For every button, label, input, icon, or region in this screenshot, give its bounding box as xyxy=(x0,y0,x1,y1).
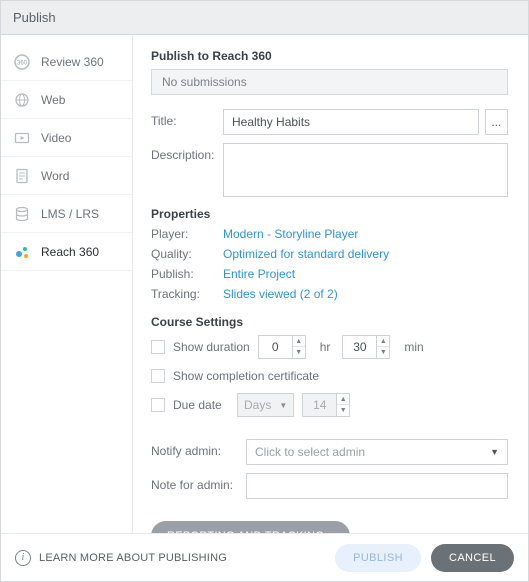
title-browse-button[interactable]: ... xyxy=(485,109,508,135)
course-settings-heading: Course Settings xyxy=(151,315,508,329)
tracking-link[interactable]: Slides viewed (2 of 2) xyxy=(223,287,338,301)
titlebar: Publish xyxy=(1,1,528,35)
notify-admin-label: Notify admin: xyxy=(151,439,246,458)
hours-down-icon[interactable]: ▼ xyxy=(293,347,305,358)
show-cert-row: Show completion certificate xyxy=(151,369,508,383)
description-row: Description: xyxy=(151,143,508,197)
note-admin-input[interactable] xyxy=(246,473,508,499)
sidebar-item-review360[interactable]: 360 Review 360 xyxy=(1,43,132,81)
sidebar-item-label: Reach 360 xyxy=(41,245,99,259)
description-textarea[interactable] xyxy=(223,143,508,197)
tracking-label: Tracking: xyxy=(151,287,223,301)
show-duration-label: Show duration xyxy=(173,340,250,354)
notify-admin-placeholder: Click to select admin xyxy=(255,445,365,459)
due-unit-select[interactable]: Days ▼ xyxy=(237,393,294,417)
database-icon xyxy=(13,205,31,223)
player-label: Player: xyxy=(151,227,223,241)
note-admin-label: Note for admin: xyxy=(151,473,246,492)
player-link[interactable]: Modern - Storyline Player xyxy=(223,227,358,241)
due-up-icon[interactable]: ▲ xyxy=(337,394,349,405)
publish-button[interactable]: PUBLISH xyxy=(335,544,421,572)
svg-text:360: 360 xyxy=(17,60,28,66)
sidebar-item-label: Review 360 xyxy=(41,55,104,69)
description-label: Description: xyxy=(151,143,223,162)
sidebar-item-lms[interactable]: LMS / LRS xyxy=(1,195,132,233)
duration-hours-input[interactable] xyxy=(258,335,292,359)
video-icon xyxy=(13,129,31,147)
reach360-icon xyxy=(13,243,31,261)
sidebar-item-word[interactable]: Word xyxy=(1,157,132,195)
submissions-banner: No submissions xyxy=(151,69,508,95)
show-duration-row: Show duration ▲▼ hr ▲▼ min xyxy=(151,335,508,359)
title-row: Title: ... xyxy=(151,109,508,135)
footer: i LEARN MORE ABOUT PUBLISHING PUBLISH CA… xyxy=(1,533,528,581)
cancel-button[interactable]: CANCEL xyxy=(431,544,514,572)
window-title: Publish xyxy=(13,10,56,25)
duration-minutes-input[interactable] xyxy=(342,335,376,359)
title-input[interactable] xyxy=(223,109,479,135)
sidebar: 360 Review 360 Web Video Wo xyxy=(1,35,133,533)
due-value-input[interactable] xyxy=(302,393,336,417)
learn-more-link[interactable]: i LEARN MORE ABOUT PUBLISHING xyxy=(15,550,227,566)
show-duration-checkbox[interactable] xyxy=(151,340,165,354)
notify-admin-dropdown[interactable]: Click to select admin ▼ xyxy=(246,439,508,465)
quality-link[interactable]: Optimized for standard delivery xyxy=(223,247,389,261)
due-date-checkbox[interactable] xyxy=(151,398,165,412)
properties-heading: Properties xyxy=(151,207,508,221)
sidebar-item-label: Video xyxy=(41,131,71,145)
properties-section: Properties Player:Modern - Storyline Pla… xyxy=(151,207,508,301)
show-cert-checkbox[interactable] xyxy=(151,369,165,383)
dialog-body: 360 Review 360 Web Video Wo xyxy=(1,35,528,533)
learn-more-label: LEARN MORE ABOUT PUBLISHING xyxy=(39,552,227,564)
due-value-stepper[interactable]: ▲▼ xyxy=(302,393,350,417)
main-panel: Publish to Reach 360 No submissions Titl… xyxy=(133,35,528,533)
notify-admin-row: Notify admin: Click to select admin ▼ xyxy=(151,439,508,465)
quality-label: Quality: xyxy=(151,247,223,261)
title-label: Title: xyxy=(151,109,223,128)
sidebar-item-web[interactable]: Web xyxy=(1,81,132,119)
reporting-tracking-button[interactable]: REPORTING AND TRACKING... xyxy=(151,521,350,533)
due-unit-value: Days xyxy=(244,398,271,412)
publish-label: Publish: xyxy=(151,267,223,281)
min-unit: min xyxy=(404,340,423,354)
min-down-icon[interactable]: ▼ xyxy=(377,347,389,358)
section-heading: Publish to Reach 360 xyxy=(151,49,508,63)
due-date-label: Due date xyxy=(173,398,229,412)
note-admin-row: Note for admin: xyxy=(151,473,508,499)
hr-unit: hr xyxy=(320,340,331,354)
show-cert-label: Show completion certificate xyxy=(173,369,319,383)
due-date-row: Due date Days ▼ ▲▼ xyxy=(151,393,508,417)
sidebar-item-reach360[interactable]: Reach 360 xyxy=(1,233,132,271)
duration-minutes-stepper[interactable]: ▲▼ xyxy=(342,335,390,359)
document-icon xyxy=(13,167,31,185)
due-down-icon[interactable]: ▼ xyxy=(337,405,349,416)
sidebar-item-label: Word xyxy=(41,169,69,183)
sidebar-item-label: Web xyxy=(41,93,65,107)
hours-up-icon[interactable]: ▲ xyxy=(293,336,305,347)
min-up-icon[interactable]: ▲ xyxy=(377,336,389,347)
review360-icon: 360 xyxy=(13,53,31,71)
globe-icon xyxy=(13,91,31,109)
course-settings-section: Course Settings Show duration ▲▼ hr ▲▼ m… xyxy=(151,315,508,533)
sidebar-item-label: LMS / LRS xyxy=(41,207,99,221)
publish-dialog: Publish 360 Review 360 Web Video xyxy=(0,0,529,582)
chevron-down-icon: ▼ xyxy=(279,401,287,410)
publish-scope-link[interactable]: Entire Project xyxy=(223,267,295,281)
sidebar-item-video[interactable]: Video xyxy=(1,119,132,157)
chevron-down-icon: ▼ xyxy=(490,447,499,457)
info-icon: i xyxy=(15,550,31,566)
duration-hours-stepper[interactable]: ▲▼ xyxy=(258,335,306,359)
